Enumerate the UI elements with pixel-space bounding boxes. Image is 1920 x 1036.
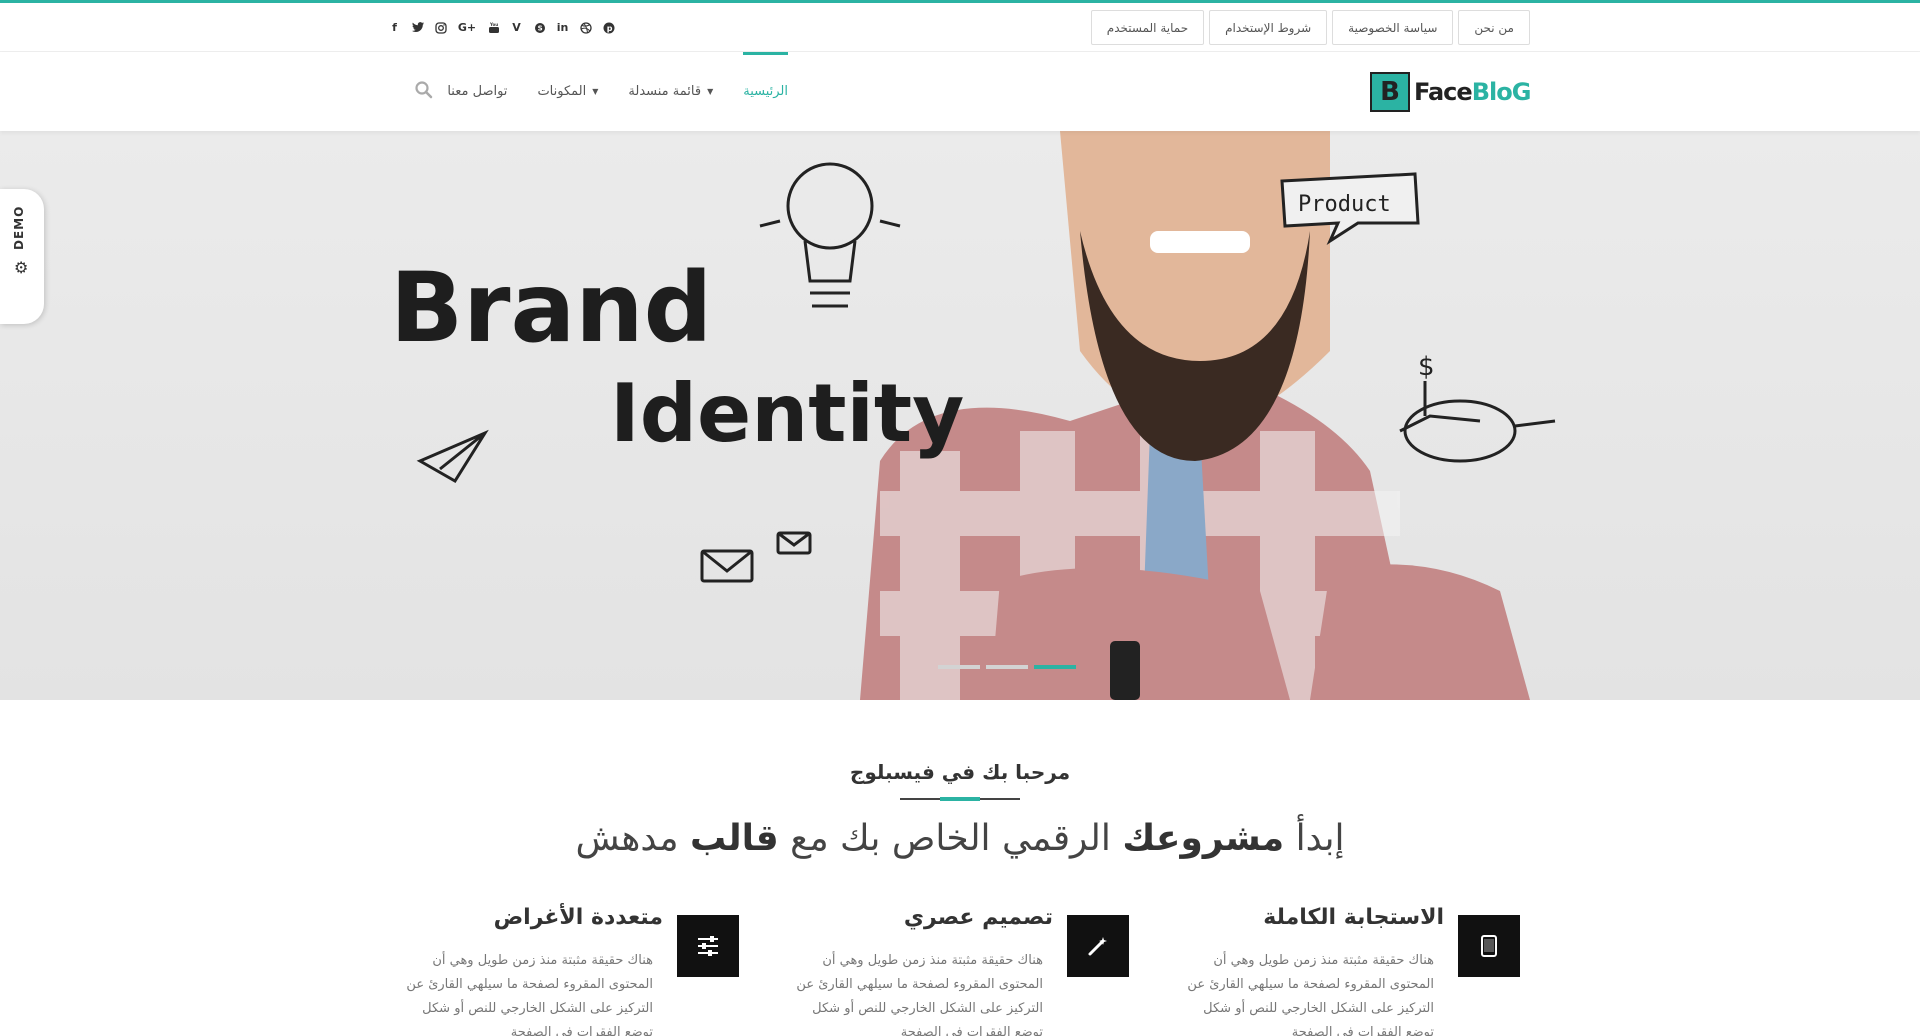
logo-text: FaceBloG — [1414, 78, 1532, 106]
top-links: من نحن سياسة الخصوصية شروط الإستخدام حما… — [1090, 10, 1530, 45]
slider-dot-2[interactable] — [986, 665, 1028, 669]
linkedin-icon[interactable]: in — [556, 21, 569, 34]
headline-bold: قالب — [690, 818, 779, 859]
nav-item-label: قائمة منسدلة — [628, 84, 702, 99]
main-navbar: الرئيسية قائمة منسدلة ▼ المكونات ▼ تواصل م… — [0, 52, 1920, 131]
google-plus-icon[interactable]: G+ — [457, 21, 477, 34]
slider-dot-1[interactable] — [938, 665, 980, 669]
top-link-about[interactable]: من نحن — [1458, 10, 1530, 45]
slider-pagination — [938, 665, 1076, 669]
demo-label: DEMO — [12, 205, 26, 250]
search-icon[interactable] — [414, 80, 434, 100]
magic-wand-icon — [1067, 915, 1129, 977]
headline-part: مدهش — [575, 818, 679, 859]
nav-menu: الرئيسية قائمة منسدلة ▼ المكونات ▼ تواصل م… — [447, 52, 788, 131]
skype-icon[interactable]: S — [533, 21, 546, 34]
logo-text-face: Face — [1414, 78, 1473, 106]
brand-word-1: Brand — [390, 252, 712, 364]
top-link-terms[interactable]: شروط الإستخدام — [1209, 10, 1328, 45]
nav-item-home[interactable]: الرئيسية — [743, 52, 788, 131]
section-headline: إبدأ مشروعك الرقمي الخاص بك مع قالب مدهش — [0, 818, 1920, 859]
facebook-icon[interactable]: f — [388, 21, 401, 34]
twitter-icon[interactable] — [411, 21, 424, 34]
caret-down-icon: ▼ — [592, 87, 599, 96]
section-subtitle: مرحبا بك في فيسبلوج — [849, 760, 1071, 784]
nav-item-label: الرئيسية — [743, 84, 788, 99]
top-link-privacy[interactable]: سياسة الخصوصية — [1332, 10, 1454, 45]
feature-text: هناك حقيقة مثبتة منذ زمن طويل وهي أن الم… — [796, 953, 1043, 1036]
hero-image: Brand Identity Product $ — [390, 131, 1556, 700]
nav-item-contact[interactable]: تواصل معنا — [447, 52, 507, 131]
social-links: f G+ You V S in p — [388, 21, 615, 34]
tablet-icon — [1458, 915, 1520, 977]
logo-mark: B — [1370, 72, 1410, 112]
dribbble-icon[interactable] — [579, 21, 592, 34]
headline-bold: مشروعك — [1122, 818, 1285, 859]
dollar-sign: $ — [1418, 352, 1435, 382]
site-logo[interactable]: B FaceBloG — [1370, 72, 1532, 112]
brand-word-2: Identity — [610, 367, 964, 460]
nav-item-label: تواصل معنا — [447, 84, 508, 99]
feature-text: هناك حقيقة مثبتة منذ زمن طويل وهي أن الم… — [1187, 953, 1434, 1036]
gear-icon: ⚙ — [14, 258, 29, 277]
nav-item-dropdown[interactable]: قائمة منسدلة ▼ — [628, 52, 713, 131]
caret-down-icon: ▼ — [707, 87, 714, 96]
top-link-user-protection[interactable]: حماية المستخدم — [1090, 10, 1205, 45]
nav-item-components[interactable]: المكونات ▼ — [537, 52, 598, 131]
svg-text:p: p — [606, 24, 612, 33]
instagram-icon[interactable] — [434, 21, 447, 34]
product-bubble-text: Product — [1298, 192, 1391, 217]
hero-slider: Brand Identity Product $ — [0, 131, 1920, 700]
nav-item-label: المكونات — [537, 84, 587, 99]
feature-title: متعددة الأغراض — [493, 905, 663, 930]
svg-text:You: You — [489, 22, 498, 27]
feature-title: تصميم عصري — [903, 905, 1053, 930]
youtube-icon[interactable]: You — [487, 21, 500, 34]
section-divider-accent — [940, 797, 980, 801]
svg-text:S: S — [537, 24, 542, 32]
sliders-icon — [677, 915, 739, 977]
pinterest-icon[interactable]: p — [602, 21, 615, 34]
feature-title: الاستجابة الكاملة — [1263, 905, 1444, 930]
headline-part: إبدأ — [1295, 818, 1345, 859]
feature-text: هناك حقيقة مثبتة منذ زمن طويل وهي أن الم… — [406, 953, 653, 1036]
slider-dot-3[interactable] — [1034, 665, 1076, 669]
feature-modern-design: تصميم عصري هناك حقيقة مثبتة منذ زمن طويل… — [796, 905, 1129, 1036]
vimeo-icon[interactable]: V — [510, 21, 523, 34]
feature-multipurpose: متعددة الأغراض هناك حقيقة مثبتة منذ زمن … — [406, 905, 739, 1036]
feature-responsive: الاستجابة الكاملة هناك حقيقة مثبتة منذ ز… — [1187, 905, 1520, 1036]
logo-text-blog: BloG — [1471, 78, 1532, 106]
headline-part: الرقمي الخاص بك مع — [790, 818, 1111, 859]
top-bar: من نحن سياسة الخصوصية شروط الإستخدام حما… — [0, 3, 1920, 52]
